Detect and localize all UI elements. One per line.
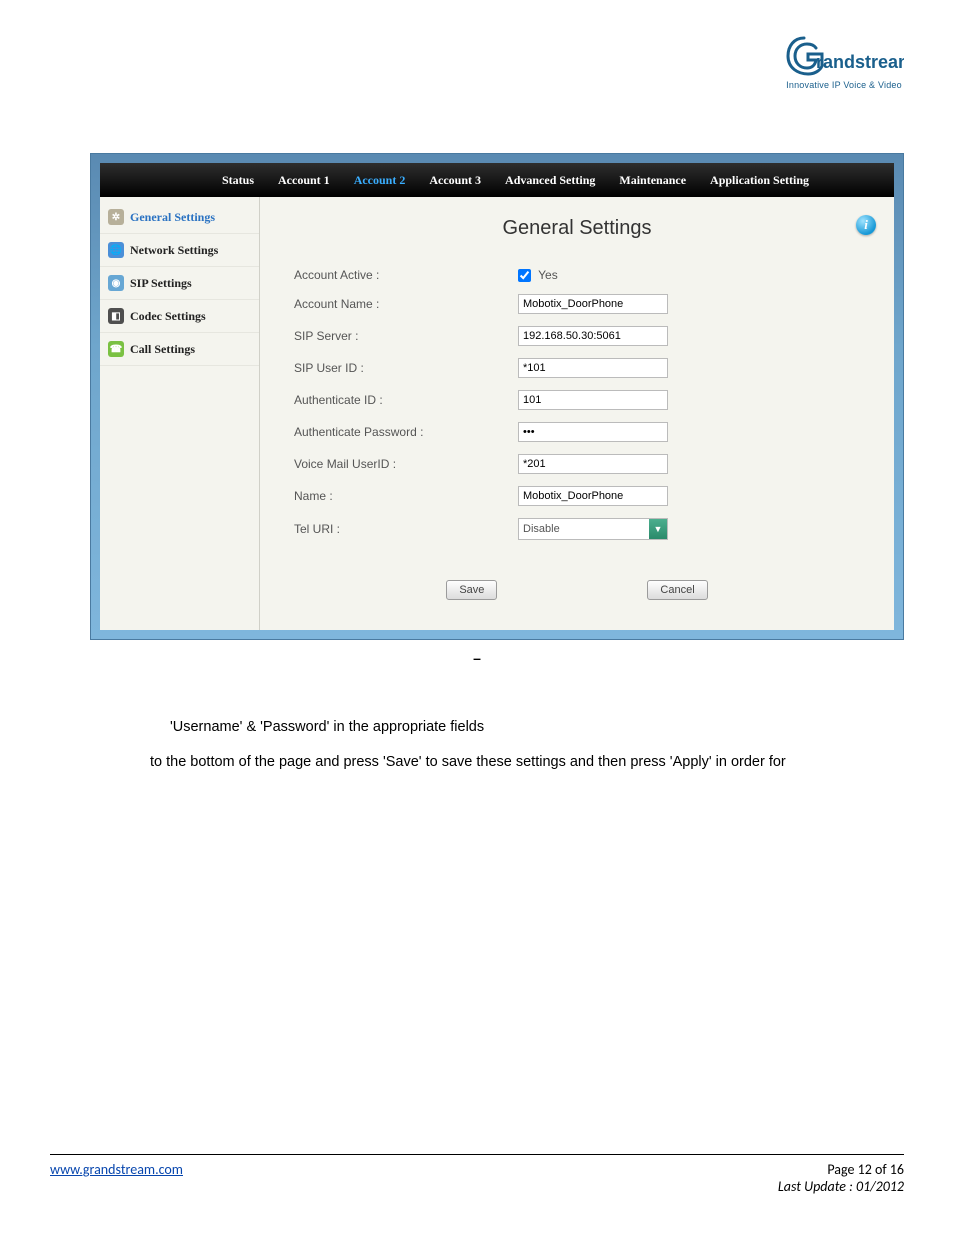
sidebar-item-codec-settings[interactable]: ◧ Codec Settings bbox=[100, 300, 259, 333]
sidebar-item-label: General Settings bbox=[130, 210, 215, 225]
value-account-active: Yes bbox=[538, 268, 558, 282]
footer-last-update: Last Update : 01/2012 bbox=[778, 1178, 904, 1195]
nav-application-setting[interactable]: Application Setting bbox=[698, 163, 821, 197]
body-text: 'Username' & 'Password' in the appropria… bbox=[50, 716, 904, 773]
figure-caption: – bbox=[0, 650, 954, 666]
label-sip-user-id: SIP User ID : bbox=[288, 361, 518, 375]
chevron-down-icon: ▼ bbox=[649, 519, 667, 539]
row-vm-userid: Voice Mail UserID : bbox=[288, 454, 866, 474]
input-account-name[interactable] bbox=[518, 294, 668, 314]
row-tel-uri: Tel URI : Disable ▼ bbox=[288, 518, 866, 540]
input-auth-id[interactable] bbox=[518, 390, 668, 410]
sidebar-item-label: Call Settings bbox=[130, 342, 195, 357]
body-line-1: 'Username' & 'Password' in the appropria… bbox=[50, 716, 904, 738]
sidebar-item-label: Codec Settings bbox=[130, 309, 206, 324]
input-name[interactable] bbox=[518, 486, 668, 506]
grandstream-logo-icon: randstream bbox=[784, 30, 904, 80]
label-name: Name : bbox=[288, 489, 518, 503]
cancel-button[interactable]: Cancel bbox=[647, 580, 707, 600]
app-body: ✲ General Settings 🌐 Network Settings ◉ … bbox=[100, 197, 894, 630]
info-icon[interactable]: i bbox=[856, 215, 876, 235]
sidebar-item-network-settings[interactable]: 🌐 Network Settings bbox=[100, 234, 259, 267]
page-footer: www.grandstream.com Page 12 of 16 Last U… bbox=[50, 1154, 904, 1195]
input-sip-user-id[interactable] bbox=[518, 358, 668, 378]
row-auth-password: Authenticate Password : bbox=[288, 422, 866, 442]
top-nav: Status Account 1 Account 2 Account 3 Adv… bbox=[100, 163, 894, 197]
footer-page-number: Page 12 of 16 bbox=[778, 1161, 904, 1178]
input-vm-userid[interactable] bbox=[518, 454, 668, 474]
label-sip-server: SIP Server : bbox=[288, 329, 518, 343]
input-auth-password[interactable] bbox=[518, 422, 668, 442]
nav-maintenance[interactable]: Maintenance bbox=[607, 163, 698, 197]
gear-icon: ✲ bbox=[108, 209, 124, 225]
select-tel-uri[interactable]: Disable ▼ bbox=[518, 518, 668, 540]
nav-account-3[interactable]: Account 3 bbox=[417, 163, 493, 197]
label-vm-userid: Voice Mail UserID : bbox=[288, 457, 518, 471]
sip-icon: ◉ bbox=[108, 275, 124, 291]
sidebar-item-call-settings[interactable]: ☎ Call Settings bbox=[100, 333, 259, 366]
label-auth-id: Authenticate ID : bbox=[288, 393, 518, 407]
button-row: Save Cancel bbox=[288, 580, 866, 600]
label-auth-password: Authenticate Password : bbox=[288, 425, 518, 439]
checkbox-account-active[interactable] bbox=[518, 269, 531, 282]
page-header: randstream Innovative IP Voice & Video bbox=[0, 0, 954, 103]
label-tel-uri: Tel URI : bbox=[288, 522, 518, 536]
body-line-2: to the bottom of the page and press 'Sav… bbox=[50, 751, 904, 773]
logo-tagline: Innovative IP Voice & Video bbox=[784, 80, 904, 90]
footer-link[interactable]: www.grandstream.com bbox=[50, 1161, 183, 1195]
sidebar-item-label: SIP Settings bbox=[130, 276, 192, 291]
label-account-name: Account Name : bbox=[288, 297, 518, 311]
row-account-active: Account Active : Yes bbox=[288, 268, 866, 282]
codec-icon: ◧ bbox=[108, 308, 124, 324]
globe-icon: 🌐 bbox=[108, 242, 124, 258]
sidebar-item-label: Network Settings bbox=[130, 243, 218, 258]
label-account-active: Account Active : bbox=[288, 268, 518, 282]
nav-account-1[interactable]: Account 1 bbox=[266, 163, 342, 197]
main-panel: i General Settings Account Active : Yes … bbox=[260, 197, 894, 630]
sidebar-item-general-settings[interactable]: ✲ General Settings bbox=[100, 201, 259, 234]
row-auth-id: Authenticate ID : bbox=[288, 390, 866, 410]
row-sip-user-id: SIP User ID : bbox=[288, 358, 866, 378]
nav-advanced-setting[interactable]: Advanced Setting bbox=[493, 163, 607, 197]
config-panel-frame: Status Account 1 Account 2 Account 3 Adv… bbox=[90, 153, 904, 640]
input-sip-server[interactable] bbox=[518, 326, 668, 346]
sidebar: ✲ General Settings 🌐 Network Settings ◉ … bbox=[100, 197, 260, 630]
phone-icon: ☎ bbox=[108, 341, 124, 357]
row-sip-server: SIP Server : bbox=[288, 326, 866, 346]
nav-account-2[interactable]: Account 2 bbox=[342, 163, 418, 197]
row-name: Name : bbox=[288, 486, 866, 506]
brand-logo: randstream Innovative IP Voice & Video bbox=[784, 30, 904, 90]
select-tel-uri-value: Disable bbox=[523, 523, 560, 535]
sidebar-item-sip-settings[interactable]: ◉ SIP Settings bbox=[100, 267, 259, 300]
nav-status[interactable]: Status bbox=[210, 163, 266, 197]
panel-title: General Settings bbox=[288, 217, 866, 240]
save-button[interactable]: Save bbox=[446, 580, 497, 600]
svg-text:randstream: randstream bbox=[816, 52, 904, 72]
row-account-name: Account Name : bbox=[288, 294, 866, 314]
